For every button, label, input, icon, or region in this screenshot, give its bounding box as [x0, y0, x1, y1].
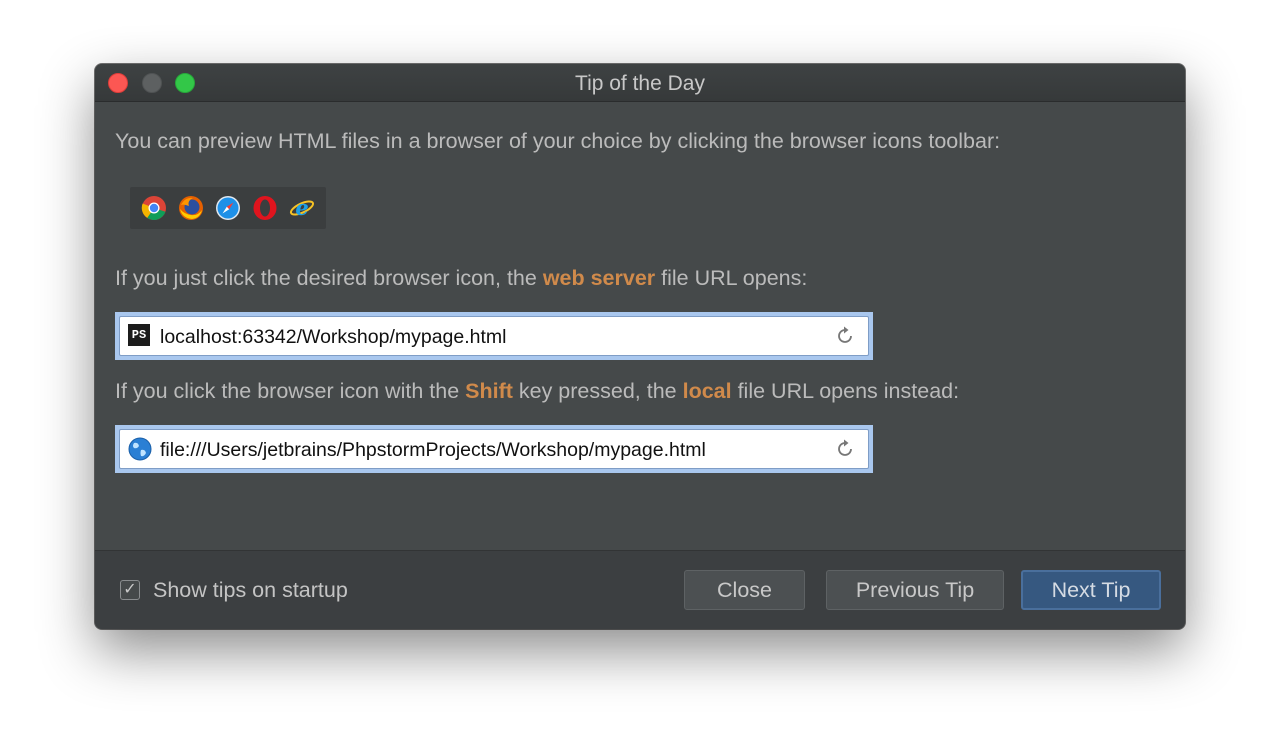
tip-content: You can preview HTML files in a browser … [95, 102, 1185, 550]
close-button[interactable]: Close [684, 570, 805, 610]
local-url-bar: file:///Users/jetbrains/PhpstormProjects… [115, 425, 873, 473]
chrome-icon[interactable] [141, 195, 167, 221]
text-segment: If you just click the desired browser ic… [115, 266, 543, 290]
reload-icon[interactable] [834, 325, 856, 347]
phpstorm-icon: PS [128, 324, 150, 346]
local-file-url: file:///Users/jetbrains/PhpstormProjects… [160, 439, 706, 461]
svg-text:e: e [295, 195, 308, 220]
shift-highlight: Shift [465, 379, 513, 403]
safari-icon[interactable] [215, 195, 241, 221]
title-bar: Tip of the Day [95, 64, 1185, 102]
dialog-footer: ✓ Show tips on startup Close Previous Ti… [95, 550, 1185, 629]
checkmark-icon: ✓ [123, 581, 137, 598]
show-tips-checkbox[interactable]: ✓ [120, 580, 140, 600]
globe-icon [128, 437, 152, 461]
tip-intro-text: You can preview HTML files in a browser … [115, 129, 1001, 153]
tip-web-server-text: If you just click the desired browser ic… [115, 266, 807, 291]
reload-icon[interactable] [834, 438, 856, 460]
local-highlight: local [682, 379, 732, 403]
tip-of-the-day-dialog: Tip of the Day You can preview HTML file… [95, 64, 1185, 629]
previous-tip-button[interactable]: Previous Tip [826, 570, 1004, 610]
browser-icons-toolbar: e [130, 187, 326, 229]
url-field[interactable]: PS localhost:63342/Workshop/mypage.html [119, 316, 869, 356]
text-segment: key pressed, the [512, 379, 683, 403]
show-tips-label[interactable]: Show tips on startup [153, 578, 348, 603]
web-server-url: localhost:63342/Workshop/mypage.html [160, 326, 507, 348]
next-tip-button[interactable]: Next Tip [1021, 570, 1161, 610]
text-segment: file URL opens: [655, 266, 808, 290]
web-server-url-bar: PS localhost:63342/Workshop/mypage.html [115, 312, 873, 360]
firefox-icon[interactable] [178, 195, 204, 221]
url-field[interactable]: file:///Users/jetbrains/PhpstormProjects… [119, 429, 869, 469]
tip-local-text: If you click the browser icon with the S… [115, 379, 959, 404]
text-segment: file URL opens instead: [731, 379, 960, 403]
window-title: Tip of the Day [575, 72, 705, 95]
web-server-highlight: web server [542, 266, 656, 290]
text-segment: If you click the browser icon with the [115, 379, 466, 403]
internet-explorer-icon[interactable]: e [289, 195, 315, 221]
opera-icon[interactable] [252, 195, 278, 221]
